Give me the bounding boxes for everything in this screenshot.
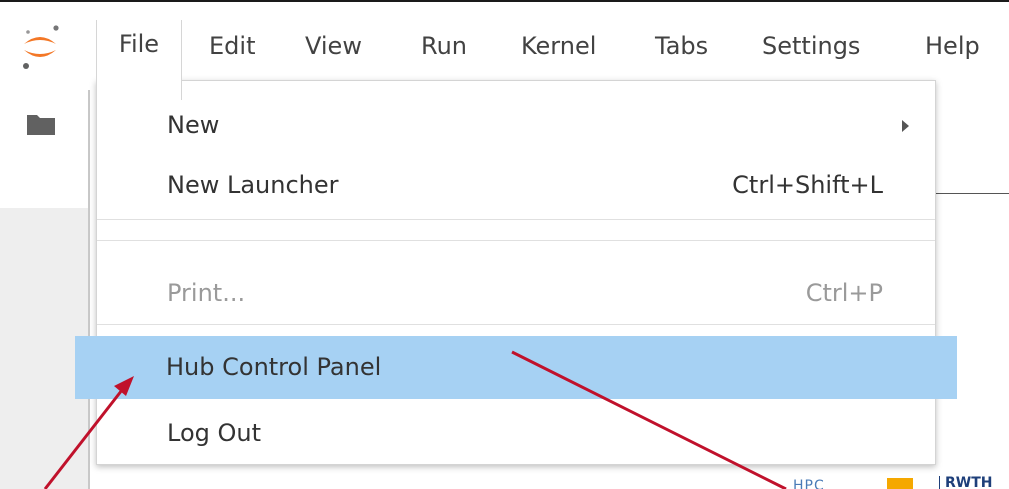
jupyter-logo[interactable] (16, 14, 64, 74)
menu-file-label: File (118, 30, 160, 58)
menu-separator (97, 324, 935, 325)
menu-file[interactable]: File (96, 20, 182, 100)
menu-edit[interactable]: Edit (209, 32, 255, 60)
menu-tabs[interactable]: Tabs (655, 32, 708, 60)
menu-view[interactable]: View (305, 32, 362, 60)
menu-item-new[interactable]: New (97, 97, 935, 153)
menu-separator (97, 219, 935, 220)
sidebar-tab-area (0, 90, 88, 208)
menu-item-print-shortcut: Ctrl+P (805, 279, 883, 307)
menu-kernel[interactable]: Kernel (521, 32, 596, 60)
footer-logos: HPC RWTH (793, 474, 1009, 489)
menu-help[interactable]: Help (925, 32, 980, 60)
menu-item-hub-control-panel[interactable]: Hub Control Panel (75, 336, 957, 399)
file-menu-dropdown: New New Launcher Ctrl+Shift+L Print... C… (96, 80, 936, 465)
menu-separator (97, 240, 935, 241)
menu-item-hub-control-panel-label: Hub Control Panel (166, 353, 382, 381)
menu-item-print: Print... Ctrl+P (97, 265, 935, 321)
menu-item-new-launcher[interactable]: New Launcher Ctrl+Shift+L (97, 157, 935, 213)
menu-item-print-label: Print... (167, 279, 246, 307)
folder-icon[interactable] (26, 112, 56, 136)
footer-logo-hpc: HPC (793, 478, 825, 489)
chevron-right-icon (902, 120, 909, 132)
menu-item-log-out[interactable]: Log Out (97, 405, 935, 461)
menu-run[interactable]: Run (421, 32, 467, 60)
sidebar-divider (88, 90, 90, 489)
footer-logo-divider (939, 476, 940, 489)
left-sidebar (0, 90, 88, 489)
menu-item-new-launcher-label: New Launcher (167, 171, 339, 199)
menu-settings[interactable]: Settings (762, 32, 860, 60)
menu-item-new-label: New (167, 111, 220, 139)
main-area-tab-border (930, 193, 1009, 194)
footer-logo-rwth: RWTH (945, 475, 993, 489)
menu-item-log-out-label: Log Out (167, 419, 262, 447)
menu-item-new-launcher-shortcut: Ctrl+Shift+L (732, 171, 883, 199)
footer-logo-mark (887, 478, 913, 489)
